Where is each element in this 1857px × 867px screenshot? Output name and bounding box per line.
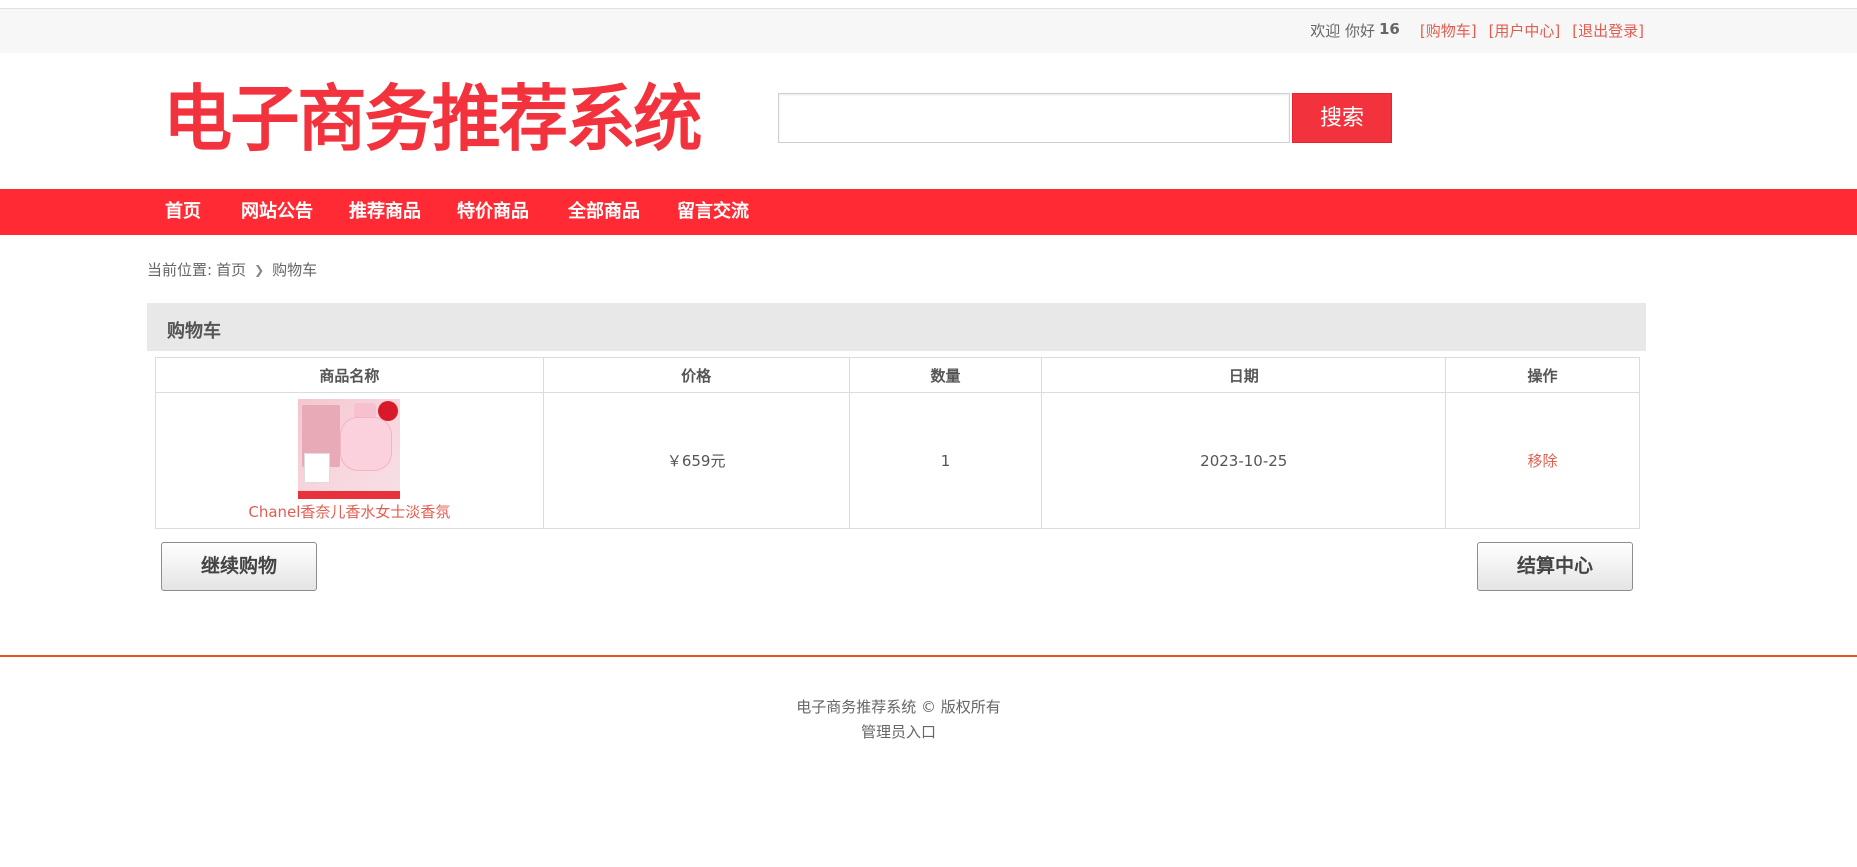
action-cell: 移除: [1445, 392, 1640, 529]
cart-table: 商品名称 价格 数量 日期 操作 Chanel香奈儿香水女士淡香氛 ￥659元 …: [155, 357, 1640, 529]
column-header-name: 商品名称: [155, 357, 544, 393]
breadcrumb: 当前位置: 首页 ❯ 购物车: [147, 259, 317, 280]
welcome-text: 欢迎 你好: [1310, 22, 1375, 40]
main-nav: 首页 网站公告 推荐商品 特价商品 全部商品 留言交流: [0, 189, 1857, 235]
user-center-link[interactable]: [用户中心]: [1489, 20, 1561, 41]
product-image[interactable]: [298, 399, 401, 499]
date-cell: 2023-10-25: [1041, 392, 1447, 529]
search-button[interactable]: 搜索: [1292, 93, 1392, 143]
column-header-action: 操作: [1445, 357, 1640, 393]
table-row: Chanel香奈儿香水女士淡香氛 ￥659元 1 2023-10-25 移除: [155, 392, 1640, 529]
breadcrumb-prefix: 当前位置:: [147, 261, 213, 279]
search-input[interactable]: [778, 93, 1290, 143]
product-image-bottle: [340, 417, 393, 471]
product-image-card: [304, 453, 331, 483]
admin-entry-link[interactable]: 管理员入口: [0, 721, 1797, 742]
table-header-row: 商品名称 价格 数量 日期 操作: [155, 357, 1640, 393]
cart-title: 购物车: [167, 321, 221, 342]
column-header-price: 价格: [542, 357, 850, 393]
product-image-badge: [378, 401, 399, 421]
site-logo[interactable]: 电子商务推荐系统: [163, 76, 703, 162]
logout-link[interactable]: [退出登录]: [1572, 20, 1644, 41]
price-cell: ￥659元: [542, 392, 850, 529]
column-header-date: 日期: [1041, 357, 1447, 393]
footer-copyright: 电子商务推荐系统 © 版权所有: [796, 698, 1001, 716]
breadcrumb-home[interactable]: 首页: [216, 259, 246, 280]
footer-divider: [0, 655, 1857, 657]
checkout-button[interactable]: 结算中心: [1477, 542, 1633, 591]
product-name-link[interactable]: Chanel香奈儿香水女士淡香氛: [156, 501, 543, 522]
continue-shopping-button[interactable]: 继续购物: [161, 542, 317, 591]
user-links: 欢迎 你好 16 [购物车] [用户中心] [退出登录]: [1310, 20, 1644, 41]
product-cell: Chanel香奈儿香水女士淡香氛: [155, 392, 544, 529]
nav-item-messages[interactable]: 留言交流: [677, 189, 749, 235]
remove-link[interactable]: 移除: [1528, 452, 1558, 470]
chevron-right-icon: ❯: [254, 262, 265, 277]
nav-item-home[interactable]: 首页: [165, 189, 201, 235]
quantity-cell: 1: [848, 392, 1043, 529]
nav-item-announcements[interactable]: 网站公告: [241, 189, 313, 235]
cart-link[interactable]: [购物车]: [1420, 20, 1477, 41]
nav-item-recommended[interactable]: 推荐商品: [349, 189, 421, 235]
top-bar: 欢迎 你好 16 [购物车] [用户中心] [退出登录]: [0, 8, 1857, 53]
nav-item-all-products[interactable]: 全部商品: [568, 189, 640, 235]
username: 16: [1378, 20, 1400, 38]
cart-panel-header: 购物车: [147, 303, 1646, 351]
breadcrumb-current: 购物车: [272, 261, 318, 279]
nav-item-specials[interactable]: 特价商品: [457, 189, 529, 235]
column-header-quantity: 数量: [848, 357, 1043, 393]
